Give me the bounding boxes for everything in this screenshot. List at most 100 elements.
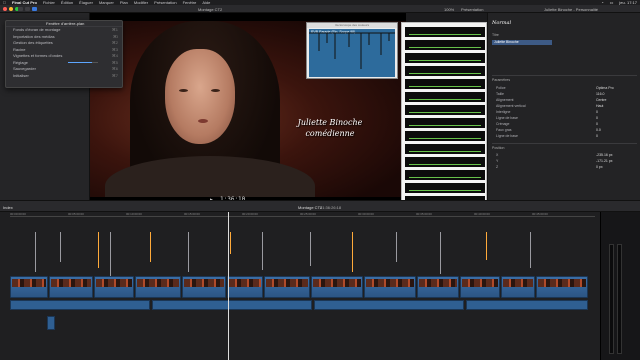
connected-clip-marker[interactable]: [262, 232, 263, 270]
video-clip[interactable]: [364, 276, 416, 298]
video-clip[interactable]: [49, 276, 93, 298]
video-clip[interactable]: [182, 276, 226, 298]
audio-clip[interactable]: [10, 300, 150, 310]
param-kerning[interactable]: Crénage 0: [496, 122, 636, 127]
connected-clip-marker[interactable]: [396, 232, 397, 262]
keywords-button[interactable]: [25, 7, 30, 11]
ruler-tick: 00:35:00:00: [416, 212, 432, 216]
connected-clip-marker[interactable]: [188, 232, 189, 272]
background-tasks-button[interactable]: [32, 7, 37, 11]
video-clip[interactable]: [227, 276, 263, 298]
waveform-monitor: [405, 92, 485, 102]
param-pos-z[interactable]: Z0 px: [496, 165, 636, 170]
audio-clip[interactable]: [466, 300, 588, 310]
inspector-panel: Normal Titre Juliette Binoche Paramètres…: [487, 13, 640, 200]
import-button[interactable]: [18, 7, 23, 11]
ruler-tick: 00:10:00:00: [126, 212, 142, 216]
view-menu-button[interactable]: Présentation: [461, 7, 483, 12]
audio-clip[interactable]: [47, 316, 55, 330]
scope-trace: [309, 32, 395, 69]
video-clip[interactable]: [460, 276, 500, 298]
timeline[interactable]: 00:00:00:00 00:05:00:00 00:10:00:00 00:1…: [0, 212, 640, 360]
video-clip[interactable]: [311, 276, 363, 298]
param-faux-bold[interactable]: Faux gras 0.0: [496, 128, 636, 133]
video-clip[interactable]: [10, 276, 48, 298]
dropdown-item[interactable]: Initialiser ⌘7: [6, 73, 122, 80]
connected-clip-marker[interactable]: [110, 232, 111, 276]
param-pos-y[interactable]: Y -171.21 px: [496, 159, 636, 164]
timeline-index-button[interactable]: Index: [3, 205, 13, 210]
minimize-window-button[interactable]: [9, 7, 13, 11]
param-alignment[interactable]: Alignement Centre: [496, 98, 636, 103]
audio-clip[interactable]: [152, 300, 312, 310]
rgb-parade-scope: RVB Parade (Fin. Scope 98): [309, 29, 395, 77]
video-clip[interactable]: [264, 276, 310, 298]
connected-clip-marker[interactable]: [230, 232, 231, 254]
scopes-window-title: Vectorscope des couleurs: [307, 23, 397, 28]
ruler-tick: 00:20:00:00: [242, 212, 258, 216]
waveform-monitor: [405, 157, 485, 167]
waveform-monitor: [405, 27, 485, 37]
param-valign[interactable]: Alignement vertical Haut: [496, 104, 636, 109]
waveform-monitor: [405, 183, 485, 193]
connected-clip-marker[interactable]: [486, 232, 487, 260]
connected-clip-marker[interactable]: [60, 232, 61, 262]
playhead[interactable]: [228, 212, 229, 360]
ruler-tick: 00:30:00:00: [358, 212, 374, 216]
eye-right: [211, 89, 220, 92]
connected-clip-marker[interactable]: [440, 232, 441, 274]
waveform-monitor: [405, 131, 485, 141]
timeline-ruler[interactable]: 00:00:00:00 00:05:00:00 00:10:00:00 00:1…: [10, 212, 595, 217]
param-line-spacing[interactable]: Interligne 0: [496, 110, 636, 115]
waveform-monitor: [405, 66, 485, 76]
param-size[interactable]: Taille 116.0: [496, 92, 636, 97]
scopes-window[interactable]: Vectorscope des couleurs RVB Parade (Fin…: [306, 22, 398, 79]
meter-right: [617, 244, 622, 354]
project-name: Montage CT2: [298, 205, 323, 210]
param-baseline[interactable]: Ligne de base 0: [496, 116, 636, 121]
video-clip[interactable]: [94, 276, 134, 298]
background-window-menu: Fenêtre d'arrière-plan Fonds d'écran de …: [5, 20, 123, 88]
section-title: Titre: [492, 33, 499, 37]
connected-clip-marker[interactable]: [150, 232, 151, 262]
meter-left: [609, 244, 614, 354]
audio-clip[interactable]: [314, 300, 464, 310]
video-clip[interactable]: [501, 276, 535, 298]
ruler-tick: 00:25:00:00: [300, 212, 316, 216]
level-slider[interactable]: [68, 62, 98, 63]
waveform-monitor: [405, 40, 485, 50]
title-text-field[interactable]: Juliette Binoche: [492, 40, 552, 45]
connected-clip-marker[interactable]: [35, 232, 36, 272]
ruler-tick: 00:45:00:00: [532, 212, 548, 216]
ruler-tick: 00:00:00:00: [10, 212, 26, 216]
video-clip[interactable]: [135, 276, 181, 298]
eye-left: [179, 89, 188, 92]
mouth: [198, 119, 208, 123]
caption-role: comédienne: [305, 129, 355, 138]
waveform-monitor: [405, 105, 485, 115]
ruler-tick: 00:05:00:00: [68, 212, 84, 216]
timeline-toolbar: Index Montage CT2 01:36:26:18: [0, 200, 640, 212]
param-baseline-2[interactable]: Ligne de base 0: [496, 134, 636, 139]
param-pos-x[interactable]: X -235.16 px: [496, 153, 636, 158]
viewer-title: Montage CT2: [198, 7, 223, 12]
video-clip[interactable]: [417, 276, 459, 298]
close-window-button[interactable]: [3, 7, 7, 11]
subject-face: [165, 49, 235, 144]
zoom-level[interactable]: 100%: [444, 7, 454, 12]
project-duration: 01:36:26:18: [320, 205, 342, 210]
caption-name: Juliette Binoche: [297, 118, 363, 127]
title-caption[interactable]: Juliette Binoche comédienne: [295, 117, 365, 139]
connected-clip-marker[interactable]: [352, 232, 353, 272]
waveform-monitor: [405, 79, 485, 89]
ruler-tick: 00:15:00:00: [184, 212, 200, 216]
section-position: Position: [492, 146, 505, 150]
connected-clip-marker[interactable]: [98, 232, 99, 268]
video-clip[interactable]: [536, 276, 588, 298]
param-font[interactable]: Police Optima Pro: [496, 86, 636, 91]
waveform-monitor: [405, 53, 485, 63]
connected-clip-marker[interactable]: [530, 232, 531, 268]
waveform-monitor: [405, 144, 485, 154]
connected-clip-marker[interactable]: [310, 232, 311, 266]
ruler-tick: 00:40:00:00: [474, 212, 490, 216]
